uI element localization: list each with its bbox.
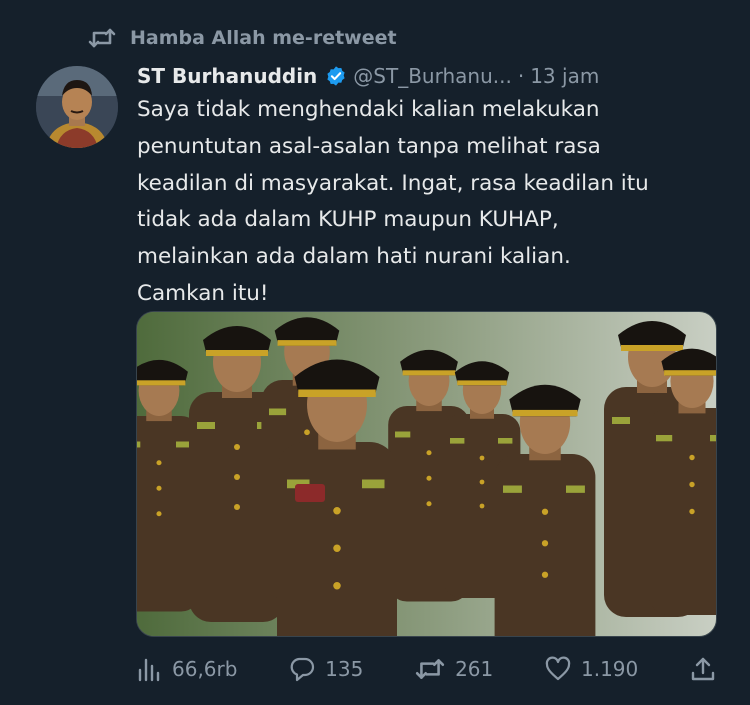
share-icon: [691, 657, 715, 681]
retweet-icon: [88, 28, 116, 48]
retweet-context: Hamba Allah me-retweet: [88, 24, 397, 52]
share-button[interactable]: [690, 656, 716, 682]
action-bar: 66,6rb 135 261 1.190: [136, 648, 716, 690]
avatar[interactable]: [36, 66, 118, 148]
tweet-text-line: Camkan itu!: [137, 280, 269, 306]
retweet-context-label: Hamba Allah me-retweet: [130, 27, 397, 49]
tweet-text-line: tidak ada dalam KUHP maupun KUHAP,: [137, 207, 559, 233]
author-handle[interactable]: @ST_Burhanu...: [353, 64, 512, 88]
tweet-text-line: melainkan ada dalam hati nurani kalian.: [137, 244, 571, 270]
views-button[interactable]: 66,6rb: [136, 656, 237, 682]
like-count: 1.190: [580, 657, 639, 681]
author-name[interactable]: ST Burhanuddin: [137, 64, 317, 88]
like-button[interactable]: 1.190: [545, 656, 638, 682]
tweet-text-line: Saya tidak menghendaki kalian melakukan: [137, 97, 600, 122]
retweet-count: 261: [455, 657, 494, 681]
retweet-icon: [415, 659, 445, 679]
reply-count: 135: [325, 657, 364, 681]
reply-icon: [290, 657, 315, 682]
tweet-header: ST Burhanuddin @ST_Burhanu... · 13 jam: [137, 60, 599, 92]
tweet-photo[interactable]: [136, 311, 717, 637]
retweet-button[interactable]: 261: [415, 656, 493, 682]
tweet-text-line: penuntutan asal-asalan tanpa melihat ras…: [137, 133, 601, 159]
tweet-text: Saya tidak menghendaki kalian melakukan …: [137, 92, 717, 313]
views-count: 66,6rb: [172, 657, 238, 681]
heart-icon: [545, 656, 571, 681]
tweet-text-line: keadilan di masyarakat. Ingat, rasa kead…: [137, 170, 649, 196]
tweet-timestamp[interactable]: 13 jam: [530, 64, 599, 88]
reply-button[interactable]: 135: [289, 656, 363, 682]
verified-badge-icon: [327, 66, 345, 86]
separator-dot: ·: [517, 64, 525, 88]
analytics-icon: [138, 658, 160, 682]
